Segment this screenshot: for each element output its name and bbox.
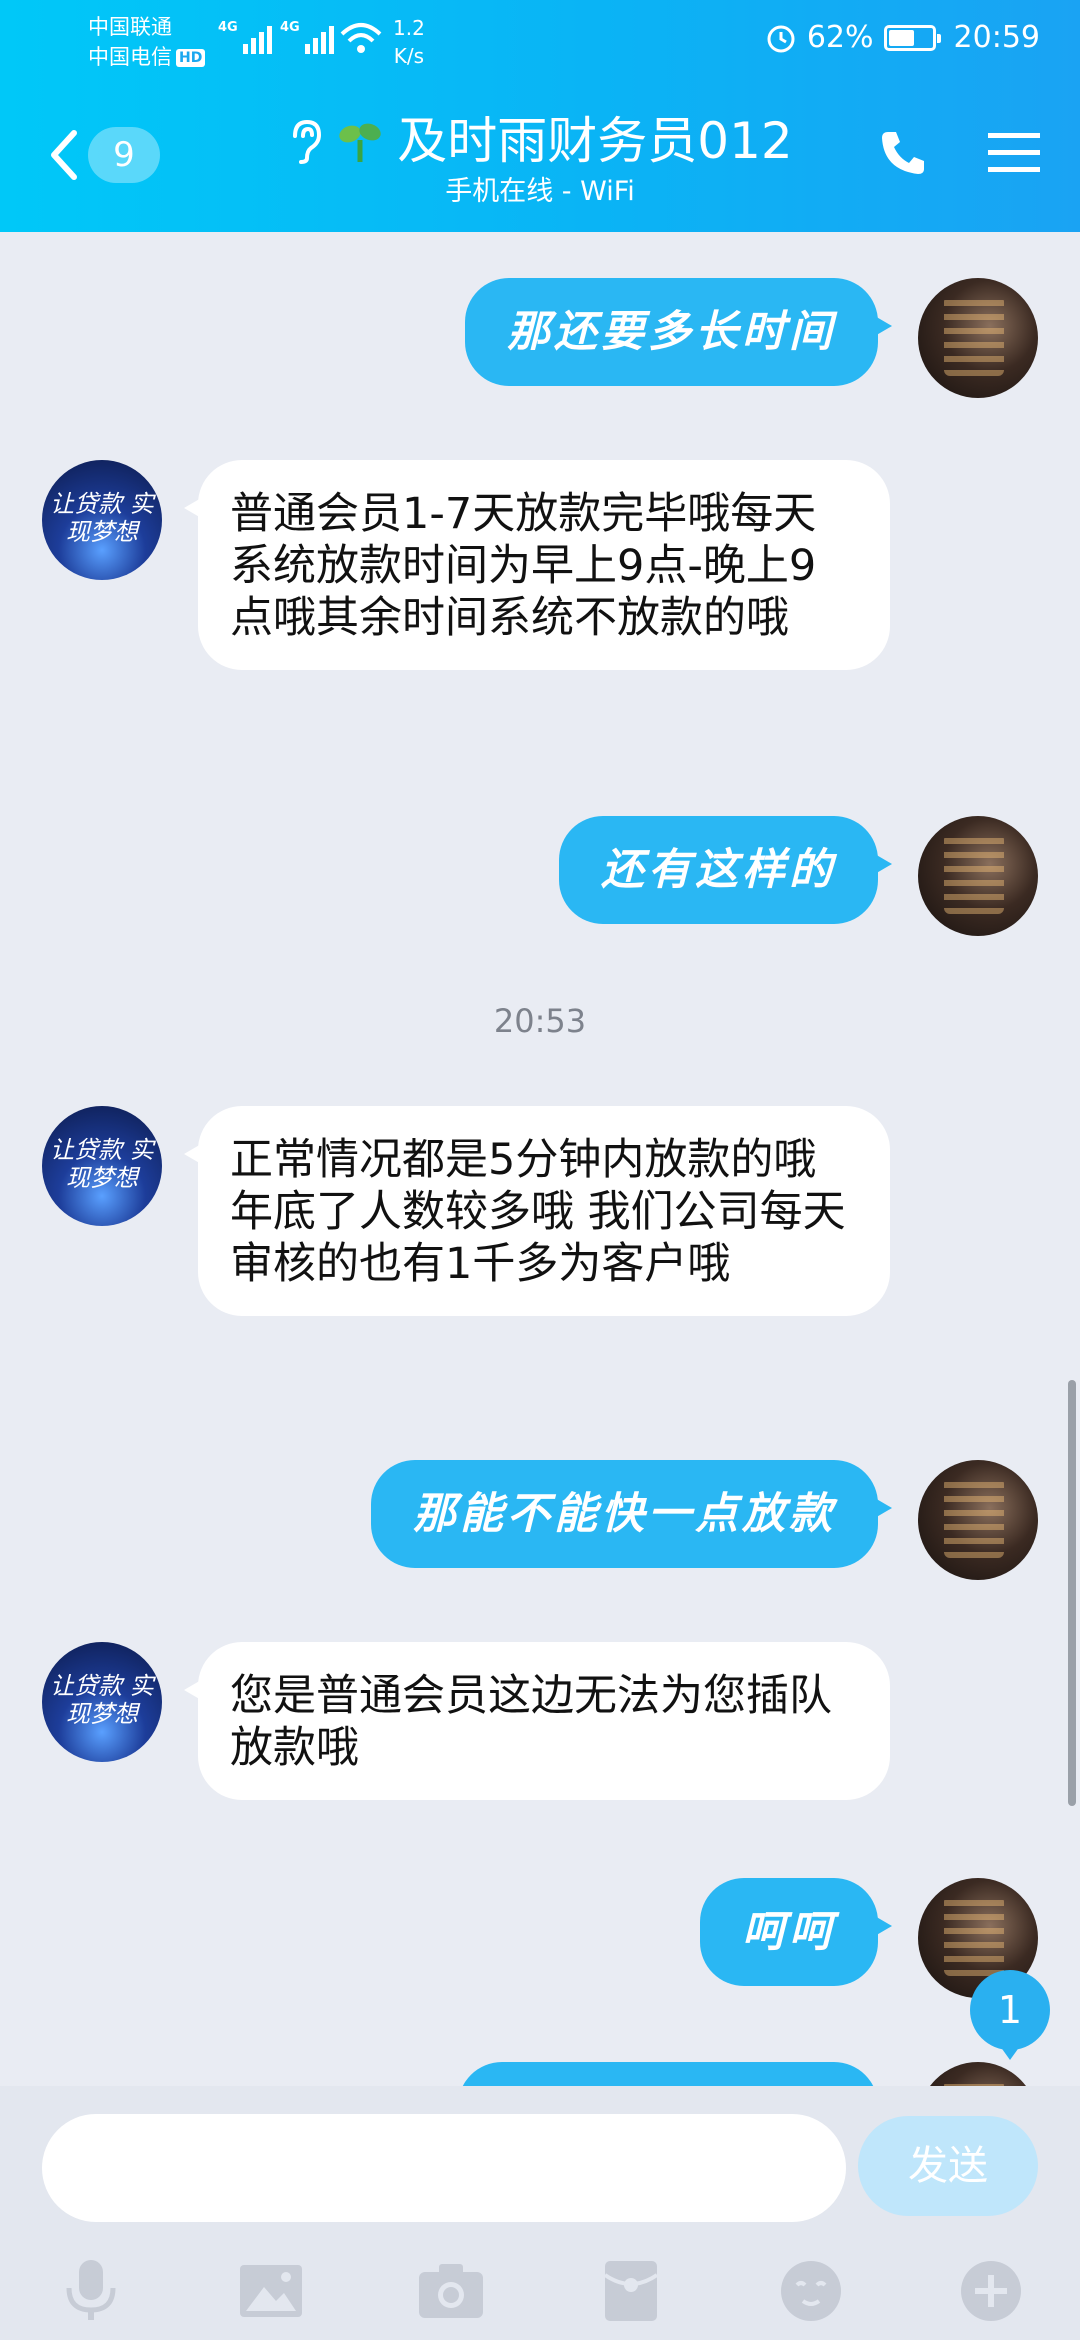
scrollbar[interactable] [1068, 1380, 1076, 1806]
nav-bar: 9 及时雨财务员012 手机在线 - WiFi [0, 100, 1080, 210]
contact-name: 及时雨财务员012 [397, 112, 793, 170]
microphone-icon[interactable] [46, 2246, 136, 2336]
carrier-2: 中国电信 [88, 45, 172, 69]
status-right: 62% 20:59 [765, 20, 1040, 55]
status-bar: 中国联通 中国电信 HD 4G 4G 1.2 K/s 62% 20:59 [0, 0, 1080, 78]
toolbar [0, 2246, 1080, 2340]
image-icon[interactable] [226, 2246, 316, 2336]
battery-icon [883, 24, 941, 51]
plus-icon[interactable] [946, 2246, 1036, 2336]
wifi-icon [340, 22, 382, 59]
my-avatar[interactable] [918, 816, 1038, 936]
message-bubble-in[interactable]: 正常情况都是5分钟内放款的哦 年底了人数较多哦 我们公司每天审核的也有1千多为客… [184, 1106, 890, 1316]
contact-avatar[interactable]: 让贷款 实现梦想 [42, 1642, 162, 1762]
my-avatar[interactable] [918, 278, 1038, 398]
message-bubble-out[interactable]: 呵呵 [700, 1878, 892, 1986]
battery-percent: 62% [806, 20, 874, 55]
signal-icon-2: 4G [280, 20, 334, 54]
phone-call-icon[interactable] [878, 128, 928, 178]
message-input[interactable] [42, 2114, 846, 2222]
emoji-icon[interactable] [766, 2246, 856, 2336]
chat-header: 中国联通 中国电信 HD 4G 4G 1.2 K/s 62% 20:59 9 及… [0, 0, 1080, 232]
send-button[interactable]: 发送 [858, 2116, 1038, 2216]
message-bubble-out-partial[interactable] [458, 2062, 878, 2086]
input-bar: 发送 [0, 2086, 1080, 2340]
message-bubble-in[interactable]: 您是普通会员这边无法为您插队放款哦 [184, 1642, 890, 1800]
nav-actions [878, 128, 1040, 178]
message-bubble-out[interactable]: 还有这样的 [559, 816, 892, 924]
online-status: 手机在线 - WiFi [445, 176, 635, 207]
menu-icon[interactable] [988, 131, 1040, 175]
message-timestamp: 20:53 [493, 1002, 587, 1040]
clock: 20:59 [953, 20, 1040, 55]
ear-icon [293, 119, 322, 164]
network-speed: 1.2 K/s [393, 16, 425, 68]
message-bubble-out[interactable]: 那还要多长时间 [465, 278, 892, 386]
contact-avatar[interactable]: 让贷款 实现梦想 [42, 460, 162, 580]
message-bubble-in[interactable]: 普通会员1-7天放款完毕哦每天系统放款时间为早上9点-晚上9点哦其余时间系统不放… [184, 460, 890, 670]
sprout-icon [339, 123, 381, 162]
signal-icon: 4G [218, 20, 272, 54]
contact-avatar[interactable]: 让贷款 实现梦想 [42, 1106, 162, 1226]
carrier-1: 中国联通 [88, 15, 172, 39]
my-avatar[interactable] [918, 1460, 1038, 1580]
message-list[interactable]: 那还要多长时间 让贷款 实现梦想 普通会员1-7天放款完毕哦每天系统放款时间为早… [0, 232, 1080, 2086]
camera-icon[interactable] [406, 2246, 496, 2336]
alarm-icon [767, 25, 795, 52]
carrier-info: 中国联通 中国电信 HD [88, 12, 206, 72]
new-message-badge[interactable]: 1 [970, 1970, 1050, 2060]
my-avatar[interactable] [918, 2062, 1038, 2086]
message-bubble-out[interactable]: 那能不能快一点放款 [371, 1460, 892, 1568]
hd-badge: HD [176, 49, 206, 67]
red-packet-icon[interactable] [586, 2246, 676, 2336]
